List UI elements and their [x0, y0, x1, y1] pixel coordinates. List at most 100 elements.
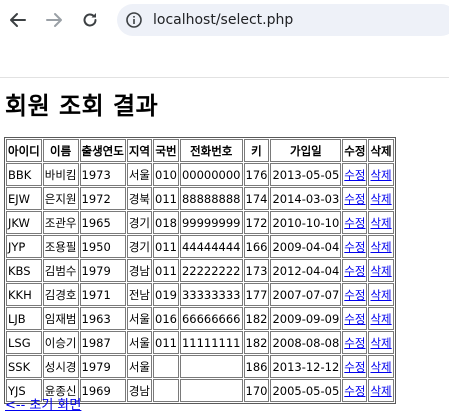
edit-link[interactable]: 수정: [344, 288, 365, 302]
table-cell: [153, 355, 179, 378]
forward-arrow-icon[interactable]: [42, 8, 66, 32]
delete-link[interactable]: 삭제: [370, 360, 391, 374]
edit-cell: 수정: [342, 163, 368, 186]
edit-link[interactable]: 수정: [344, 240, 365, 254]
delete-link[interactable]: 삭제: [370, 288, 391, 302]
delete-link[interactable]: 삭제: [370, 192, 391, 206]
table-cell: LJB: [6, 307, 42, 330]
table-cell: 016: [153, 307, 179, 330]
table-cell: 서울: [126, 163, 152, 186]
table-cell: 44444444: [179, 235, 243, 258]
edit-link[interactable]: 수정: [344, 384, 365, 398]
column-header: 가입일: [270, 139, 342, 162]
table-cell: 172: [243, 211, 270, 234]
delete-cell: 삭제: [368, 379, 394, 402]
table-cell: JKW: [6, 211, 42, 234]
table-cell: 2013-05-05: [270, 163, 342, 186]
table-cell: 33333333: [179, 283, 243, 306]
table-cell: 011: [153, 235, 179, 258]
info-icon[interactable]: [125, 11, 143, 29]
table-cell: 조관우: [42, 211, 79, 234]
table-cell: 1971: [79, 283, 126, 306]
table-cell: BBK: [6, 163, 42, 186]
table-row: LSG 이승기 1987 서울 011 11111111 182 2008-08-08 수정 삭제: [6, 331, 394, 354]
table-cell: 바비킴: [42, 163, 79, 186]
table-row: SSK 성시경 1979 서울 186 2013-12-12 수정 삭제: [6, 355, 394, 378]
delete-cell: 삭제: [368, 211, 394, 234]
table-cell: 서울: [126, 355, 152, 378]
table-row: JKW 조관우 1965 경기 018 99999999 172 2010-10-10 수정 삭제: [6, 211, 394, 234]
delete-link[interactable]: 삭제: [370, 384, 391, 398]
home-link[interactable]: <-- 초기 화면: [5, 394, 81, 413]
table-cell: 서울: [126, 331, 152, 354]
edit-cell: 수정: [342, 259, 368, 282]
edit-link[interactable]: 수정: [344, 360, 365, 374]
table-cell: 1950: [79, 235, 126, 258]
delete-cell: 삭제: [368, 331, 394, 354]
table-cell: 김범수: [42, 259, 79, 282]
table-cell: 166: [243, 235, 270, 258]
table-row: JYP 조용필 1950 경기 011 44444444 166 2009-04-04 수정 삭제: [6, 235, 394, 258]
edit-link[interactable]: 수정: [344, 312, 365, 326]
delete-cell: 삭제: [368, 283, 394, 306]
table-row: KBS 김범수 1979 경남 011 22222222 173 2012-04-04 수정 삭제: [6, 259, 394, 282]
table-cell: 2010-10-10: [270, 211, 342, 234]
table-cell: 경남: [126, 259, 152, 282]
table-cell: 019: [153, 283, 179, 306]
delete-link[interactable]: 삭제: [370, 240, 391, 254]
reload-icon[interactable]: [78, 8, 102, 32]
column-header: 지역: [126, 139, 152, 162]
table-cell: 1972: [79, 187, 126, 210]
table-cell: 경기: [126, 211, 152, 234]
delete-link[interactable]: 삭제: [370, 312, 391, 326]
table-cell: JYP: [6, 235, 42, 258]
edit-link[interactable]: 수정: [344, 336, 365, 350]
delete-link[interactable]: 삭제: [370, 168, 391, 182]
table-cell: 99999999: [179, 211, 243, 234]
table-cell: 2012-04-04: [270, 259, 342, 282]
table-cell: 1973: [79, 163, 126, 186]
table-cell: 2009-09-09: [270, 307, 342, 330]
column-header: 이름: [42, 139, 79, 162]
edit-link[interactable]: 수정: [344, 264, 365, 278]
table-cell: 182: [243, 331, 270, 354]
table-cell: 174: [243, 187, 270, 210]
delete-link[interactable]: 삭제: [370, 216, 391, 230]
table-cell: 018: [153, 211, 179, 234]
table-cell: 88888888: [179, 187, 243, 210]
edit-link[interactable]: 수정: [344, 216, 365, 230]
url-text[interactable]: localhost/select.php: [153, 12, 293, 28]
browser-toolbar: localhost/select.php: [0, 0, 449, 40]
delete-cell: 삭제: [368, 355, 394, 378]
table-cell: 1979: [79, 259, 126, 282]
column-header: 수정: [342, 139, 368, 162]
delete-cell: 삭제: [368, 235, 394, 258]
table-cell: KKH: [6, 283, 42, 306]
page-title: 회원 조회 결과: [5, 92, 159, 120]
delete-link[interactable]: 삭제: [370, 336, 391, 350]
back-arrow-icon[interactable]: [6, 8, 30, 32]
edit-link[interactable]: 수정: [344, 192, 365, 206]
table-cell: 182: [243, 307, 270, 330]
table-cell: 1965: [79, 211, 126, 234]
table-cell: 173: [243, 259, 270, 282]
table-cell: 22222222: [179, 259, 243, 282]
table-cell: 011: [153, 259, 179, 282]
table-cell: 1969: [79, 379, 126, 402]
table-cell: 전남: [126, 283, 152, 306]
table-cell: 은지원: [42, 187, 79, 210]
table-cell: 1987: [79, 331, 126, 354]
table-cell: 66666666: [179, 307, 243, 330]
address-bar[interactable]: localhost/select.php: [117, 4, 449, 36]
edit-cell: 수정: [342, 283, 368, 306]
table-cell: 서울: [126, 307, 152, 330]
table-cell: 011: [153, 187, 179, 210]
column-header: 출생연도: [79, 139, 126, 162]
column-header: 전화번호: [179, 139, 243, 162]
edit-link[interactable]: 수정: [344, 168, 365, 182]
table-cell: 2008-08-08: [270, 331, 342, 354]
delete-link[interactable]: 삭제: [370, 264, 391, 278]
column-header: 아이디: [6, 139, 42, 162]
table-cell: [179, 379, 243, 402]
table-row: EJW 은지원 1972 경북 011 88888888 174 2014-03-03 수정 삭제: [6, 187, 394, 210]
